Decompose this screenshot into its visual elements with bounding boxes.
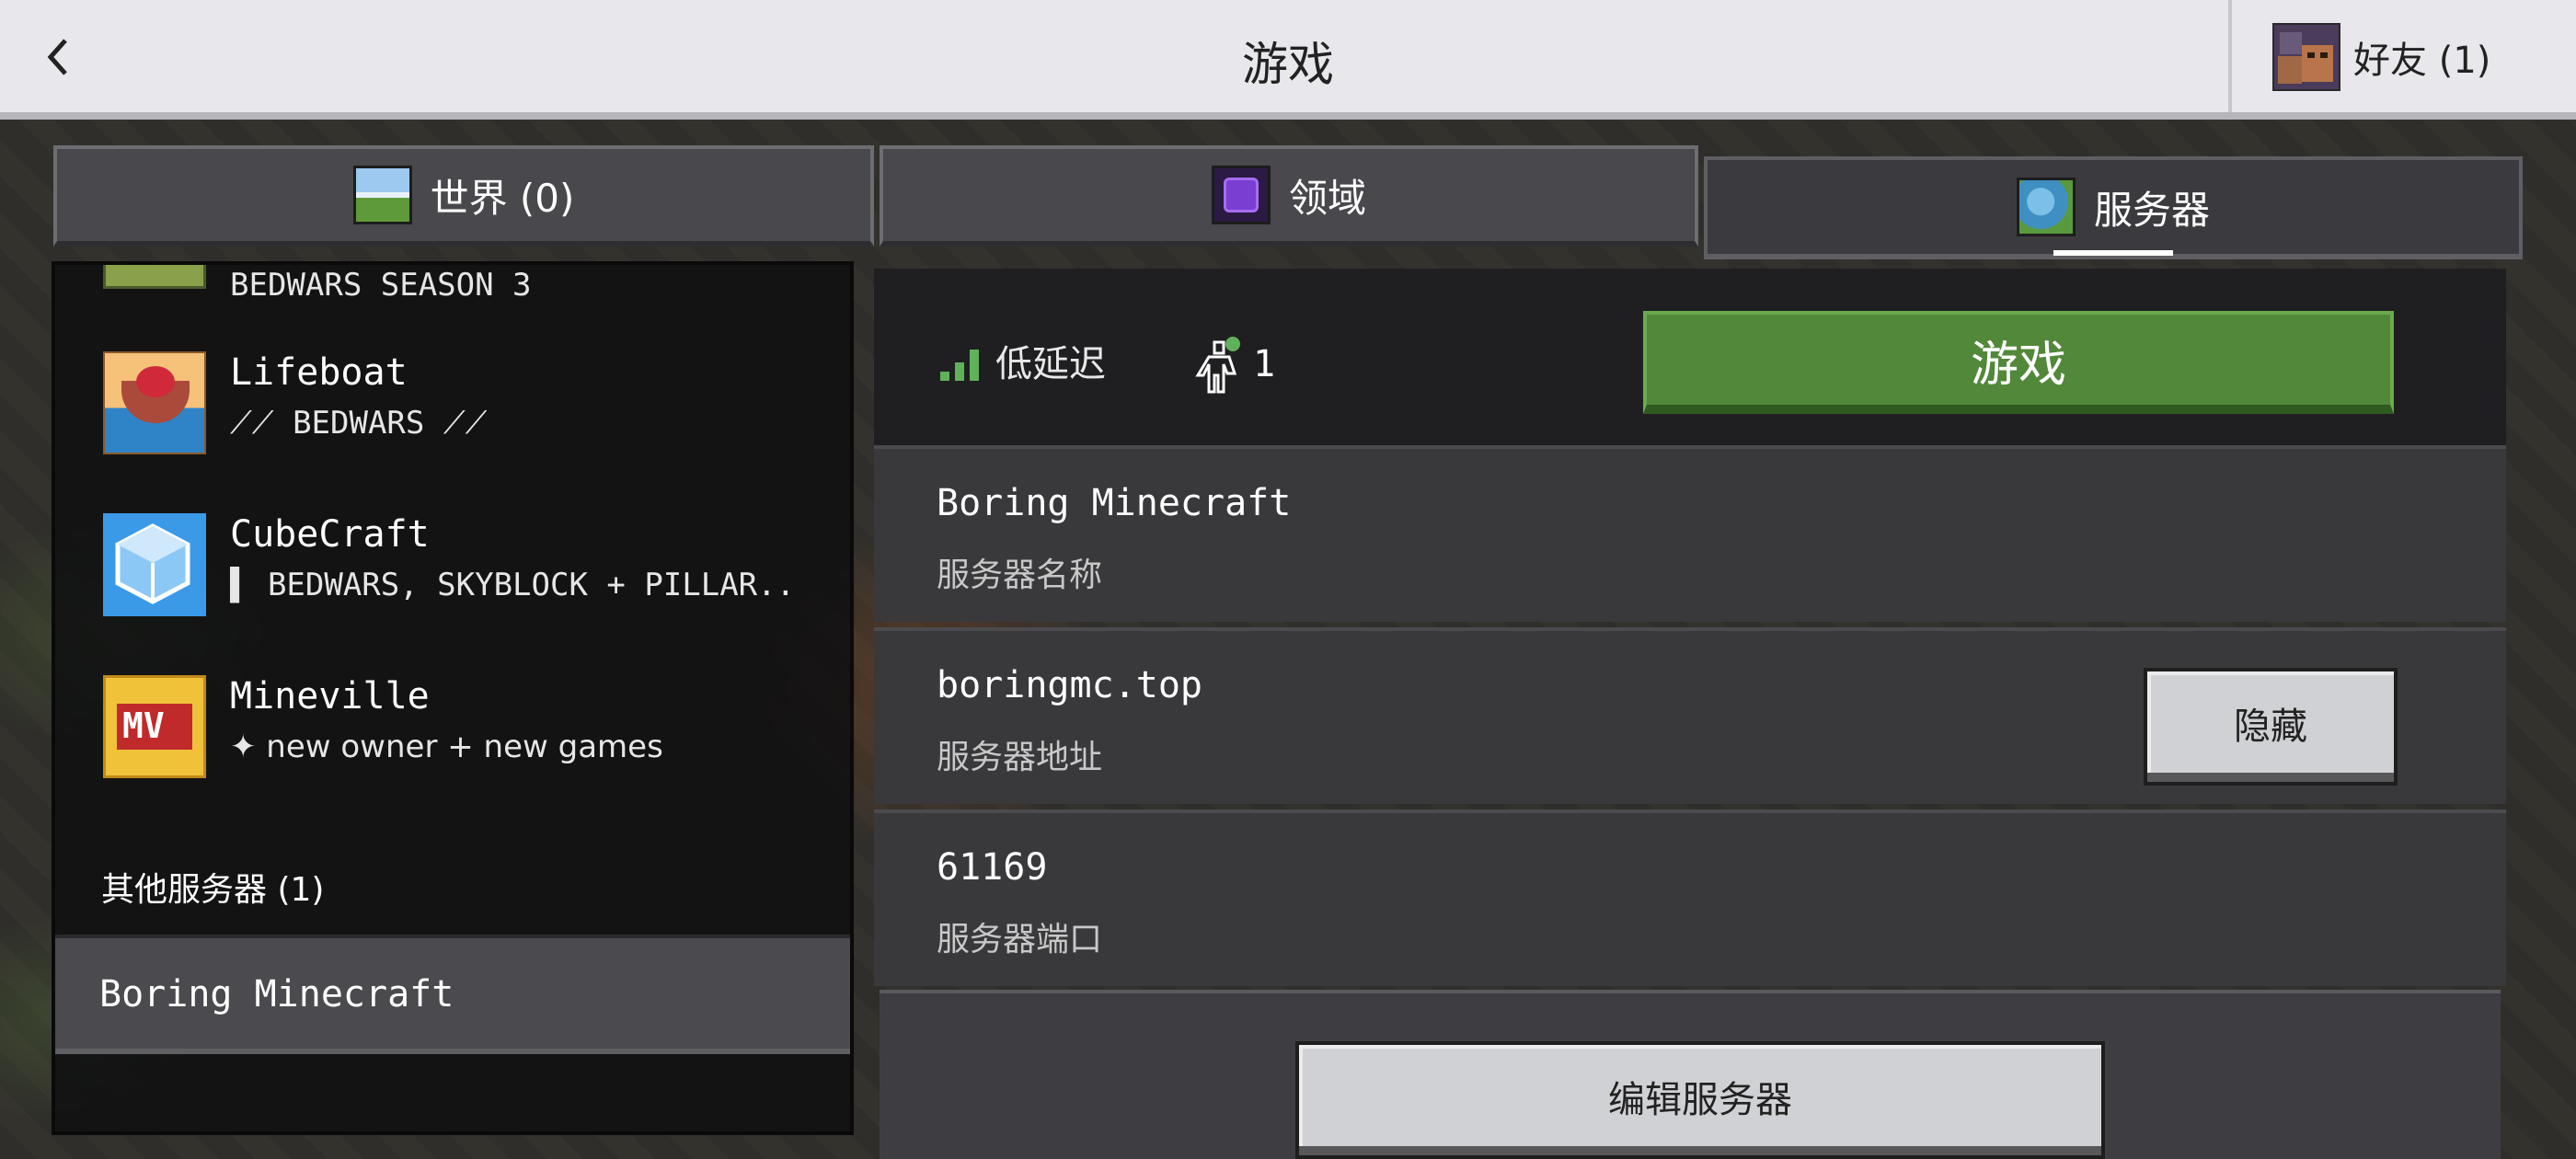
server-actions: 编辑服务器 <box>880 990 2501 1159</box>
tab-worlds-label: 世界 (0) <box>430 175 575 221</box>
tab-realms[interactable]: 领域 <box>880 145 1698 247</box>
server-motd: BEDWARS SEASON 3 <box>230 267 532 304</box>
server-port-value: 61169 <box>937 846 1048 889</box>
friends-avatar-icon <box>2272 23 2340 91</box>
edit-server-label: 编辑服务器 <box>1608 1079 1792 1121</box>
list-item[interactable]: MV Mineville ✦ new owner + new games <box>55 653 850 800</box>
hide-button-label: 隐藏 <box>2234 706 2307 748</box>
server-address-value: boringmc.top <box>937 664 1202 706</box>
server-globe-icon <box>2016 178 2076 236</box>
tab-servers[interactable]: 服务器 <box>1704 156 2523 259</box>
server-name: Lifeboat <box>230 351 408 394</box>
tab-worlds[interactable]: 世界 (0) <box>53 145 874 247</box>
active-tab-indicator <box>2053 250 2173 256</box>
hive-icon <box>103 265 206 289</box>
play-button-label: 游戏 <box>1970 337 2066 393</box>
page-title: 游戏 <box>1242 38 1334 91</box>
server-status-row: 低延迟 1 游戏 <box>874 269 2506 445</box>
server-name: CubeCraft <box>230 513 430 556</box>
player-count-value: 1 <box>1253 343 1276 385</box>
lifeboat-icon <box>103 351 206 454</box>
cubecraft-icon <box>103 513 206 616</box>
server-motd: ✦ new owner + new games <box>230 729 663 765</box>
server-list-panel[interactable]: BEDWARS SEASON 3 Lifeboat ⟋⟋ BEDWARS ⟋⟋ … <box>52 261 854 1135</box>
server-name: Mineville <box>230 675 430 717</box>
signal-bars-icon <box>940 350 979 381</box>
realms-icon <box>1211 166 1271 224</box>
server-name-row: Boring Minecraft 服务器名称 <box>874 445 2506 622</box>
friends-button[interactable]: 好友 (1) <box>2272 18 2548 96</box>
latency-indicator: 低延迟 <box>938 346 1106 383</box>
player-icon <box>1195 337 1240 394</box>
other-servers-heading: 其他服务器 (1) <box>101 871 325 909</box>
server-name: Boring Minecraft <box>99 973 454 1016</box>
top-header: 游戏 好友 (1) <box>0 0 2576 120</box>
edit-server-button[interactable]: 编辑服务器 <box>1295 1041 2105 1159</box>
list-item[interactable]: BEDWARS SEASON 3 <box>55 265 850 311</box>
world-icon <box>352 166 412 224</box>
latency-label: 低延迟 <box>995 343 1106 385</box>
back-button[interactable] <box>28 20 86 94</box>
mineville-icon: MV <box>103 675 206 778</box>
server-address-label: 服务器地址 <box>937 739 1103 776</box>
server-address-row: boringmc.top 服务器地址 隐藏 <box>874 627 2506 804</box>
chevron-left-icon <box>47 39 67 75</box>
header-divider <box>2228 0 2232 112</box>
server-motd: ⟋⟋ BEDWARS ⟋⟋ <box>230 405 488 442</box>
play-button[interactable]: 游戏 <box>1643 311 2394 414</box>
server-details-panel: 低延迟 1 游戏 Boring Minecraft 服务器名称 boringmc… <box>874 269 2506 1159</box>
player-count: 1 <box>1187 335 1275 394</box>
server-port-row: 61169 服务器端口 <box>874 809 2506 986</box>
list-item[interactable]: Lifeboat ⟋⟋ BEDWARS ⟋⟋ <box>55 329 850 476</box>
server-name-value: Boring Minecraft <box>937 482 1292 524</box>
tab-realms-label: 领域 <box>1288 175 1366 221</box>
server-motd: ▌ BEDWARS, SKYBLOCK + PILLAR.. <box>230 567 796 603</box>
selected-server-item[interactable]: Boring Minecraft <box>55 935 850 1054</box>
hide-address-button[interactable]: 隐藏 <box>2144 668 2398 786</box>
server-port-label: 服务器端口 <box>937 921 1103 958</box>
list-item[interactable]: CubeCraft ▌ BEDWARS, SKYBLOCK + PILLAR.. <box>55 491 850 638</box>
friends-label: 好友 (1) <box>2353 40 2491 82</box>
tab-servers-label: 服务器 <box>2093 187 2210 233</box>
server-name-label: 服务器名称 <box>937 557 1103 594</box>
